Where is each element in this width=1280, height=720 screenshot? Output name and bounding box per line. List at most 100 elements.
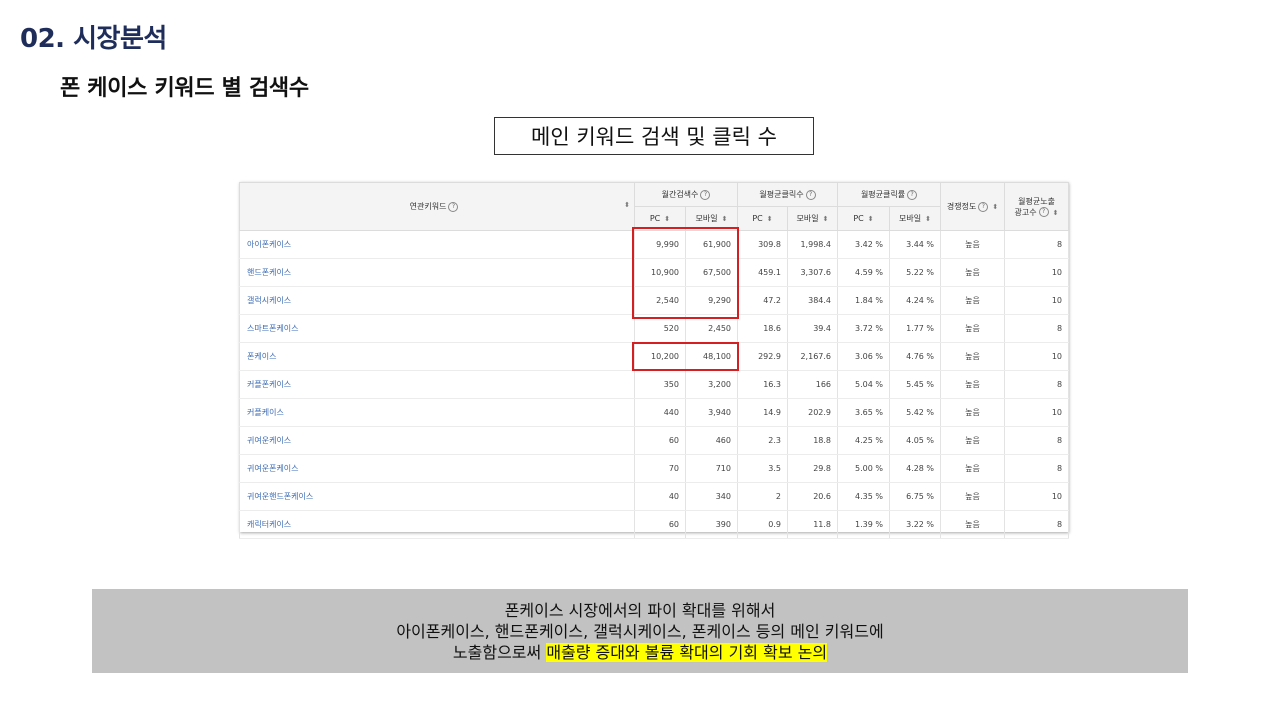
- sort-icon[interactable]: ⬍: [722, 215, 728, 223]
- help-icon[interactable]: ?: [805, 189, 816, 200]
- search-mobile-cell: 340: [685, 482, 738, 511]
- keyword-cell[interactable]: 귀여운폰케이스: [239, 454, 635, 483]
- keyword-cell[interactable]: 커플케이스: [239, 398, 635, 427]
- ad-count-cell: 10: [1004, 398, 1070, 427]
- ctr-pc-cell: 3.42 %: [837, 230, 891, 259]
- ctr-mobile-cell: 4.05 %: [889, 426, 942, 455]
- sort-icon[interactable]: ⬍: [823, 215, 829, 223]
- search-pc-cell: 40: [634, 482, 686, 511]
- competition-cell: 높음: [940, 510, 1006, 539]
- ctr-pc-cell: 4.25 %: [837, 426, 891, 455]
- clicks-pc-cell: 3.5: [737, 454, 788, 483]
- ctr-pc-cell: 5.00 %: [837, 454, 891, 483]
- search-pc-cell: 60: [634, 510, 686, 539]
- sort-icon[interactable]: ⬍: [624, 201, 630, 209]
- clicks-mobile-cell: 1,998.4: [786, 230, 839, 259]
- header-ctr-pc[interactable]: PC ⬍: [837, 206, 891, 231]
- table-row: 커플케이스 440 3,940 14.9 202.9 3.65 % 5.42 % 높음 10: [239, 398, 1070, 427]
- ctr-pc-cell: 3.65 %: [837, 398, 891, 427]
- search-mobile-cell: 460: [685, 426, 738, 455]
- sort-icon[interactable]: ⬍: [1053, 209, 1059, 217]
- ctr-mobile-cell: 3.44 %: [889, 230, 942, 259]
- header-ctr-mobile[interactable]: 모바일 ⬍: [889, 206, 942, 231]
- header-keyword[interactable]: 연관키워드? ⬍: [239, 182, 635, 231]
- keyword-cell[interactable]: 폰케이스: [239, 342, 635, 371]
- ctr-mobile-cell: 4.76 %: [889, 342, 942, 371]
- competition-cell: 높음: [940, 286, 1006, 315]
- sort-icon[interactable]: ⬍: [767, 215, 773, 223]
- clicks-pc-cell: 14.9: [737, 398, 788, 427]
- keyword-cell[interactable]: 캐릭터케이스: [239, 510, 635, 539]
- ctr-pc-cell: 4.35 %: [837, 482, 891, 511]
- ad-count-cell: 8: [1004, 454, 1070, 483]
- ctr-pc-cell: 4.59 %: [837, 258, 891, 287]
- search-mobile-cell: 390: [685, 510, 738, 539]
- keyword-cell[interactable]: 귀여운케이스: [239, 426, 635, 455]
- competition-cell: 높음: [940, 370, 1006, 399]
- highlighted-conclusion: 매출량 증대와 볼륨 확대의 기회 확보 논의: [546, 642, 828, 662]
- ad-count-cell: 8: [1004, 510, 1070, 539]
- highlight-box-top-keywords: [632, 227, 739, 319]
- help-icon[interactable]: ?: [1038, 207, 1049, 217]
- keyword-cell[interactable]: 귀여운핸드폰케이스: [239, 482, 635, 511]
- clicks-pc-cell: 16.3: [737, 370, 788, 399]
- ctr-pc-cell: 3.06 %: [837, 342, 891, 371]
- clicks-mobile-cell: 29.8: [786, 454, 839, 483]
- summary-line-1: 폰케이스 시장에서의 파이 확대를 위해서: [504, 600, 776, 620]
- table-row: 귀여운케이스 60 460 2.3 18.8 4.25 % 4.05 % 높음 8: [239, 426, 1070, 455]
- help-icon[interactable]: ?: [700, 189, 711, 200]
- ad-count-cell: 10: [1004, 482, 1070, 511]
- clicks-mobile-cell: 11.8: [786, 510, 839, 539]
- header-clicks-mobile[interactable]: 모바일 ⬍: [786, 206, 839, 231]
- keyword-cell[interactable]: 아이폰케이스: [239, 230, 635, 259]
- table-row: 커플폰케이스 350 3,200 16.3 166 5.04 % 5.45 % 높음 8: [239, 370, 1070, 399]
- search-pc-cell: 70: [634, 454, 686, 483]
- clicks-pc-cell: 2.3: [737, 426, 788, 455]
- search-mobile-cell: 3,940: [685, 398, 738, 427]
- keyword-cell[interactable]: 스마트폰케이스: [239, 314, 635, 343]
- ad-count-cell: 10: [1004, 258, 1070, 287]
- help-icon[interactable]: ?: [907, 189, 918, 200]
- table-row: 귀여운폰케이스 70 710 3.5 29.8 5.00 % 4.28 % 높음 8: [239, 454, 1070, 483]
- table-row: 귀여운핸드폰케이스 40 340 2 20.6 4.35 % 6.75 % 높음 10: [239, 482, 1070, 511]
- ctr-mobile-cell: 5.42 %: [889, 398, 942, 427]
- clicks-pc-cell: 459.1: [737, 258, 788, 287]
- clicks-pc-cell: 47.2: [737, 286, 788, 315]
- header-monthly-search: 월간검색수?: [634, 182, 738, 207]
- competition-cell: 높음: [940, 342, 1006, 371]
- ctr-mobile-cell: 6.75 %: [889, 482, 942, 511]
- highlight-box-phonecase: [632, 342, 739, 371]
- competition-cell: 높음: [940, 230, 1006, 259]
- ctr-mobile-cell: 3.22 %: [889, 510, 942, 539]
- summary-line-3: 노출함으로써 매출량 증대와 볼륨 확대의 기회 확보 논의: [452, 642, 828, 662]
- search-pc-cell: 440: [634, 398, 686, 427]
- search-pc-cell: 60: [634, 426, 686, 455]
- clicks-pc-cell: 292.9: [737, 342, 788, 371]
- ad-count-cell: 10: [1004, 342, 1070, 371]
- keyword-cell[interactable]: 핸드폰케이스: [239, 258, 635, 287]
- ctr-mobile-cell: 4.28 %: [889, 454, 942, 483]
- keyword-cell[interactable]: 커플폰케이스: [239, 370, 635, 399]
- ctr-mobile-cell: 4.24 %: [889, 286, 942, 315]
- ctr-pc-cell: 5.04 %: [837, 370, 891, 399]
- keyword-cell[interactable]: 갤럭시케이스: [239, 286, 635, 315]
- ctr-mobile-cell: 5.45 %: [889, 370, 942, 399]
- help-icon[interactable]: ?: [448, 201, 459, 212]
- header-competition[interactable]: 경쟁정도? ⬍: [940, 182, 1006, 231]
- ctr-pc-cell: 1.39 %: [837, 510, 891, 539]
- summary-box: 폰케이스 시장에서의 파이 확대를 위해서 아이폰케이스, 핸드폰케이스, 갤럭…: [92, 589, 1188, 673]
- sort-icon[interactable]: ⬍: [992, 203, 998, 211]
- clicks-mobile-cell: 39.4: [786, 314, 839, 343]
- header-ad-count[interactable]: 월평균노출 광고수? ⬍: [1004, 182, 1070, 231]
- clicks-pc-cell: 18.6: [737, 314, 788, 343]
- ctr-mobile-cell: 5.22 %: [889, 258, 942, 287]
- sort-icon[interactable]: ⬍: [664, 215, 670, 223]
- competition-cell: 높음: [940, 426, 1006, 455]
- header-clicks-pc[interactable]: PC ⬍: [737, 206, 788, 231]
- sort-icon[interactable]: ⬍: [868, 215, 874, 223]
- sort-icon[interactable]: ⬍: [925, 215, 931, 223]
- search-mobile-cell: 3,200: [685, 370, 738, 399]
- ad-count-cell: 8: [1004, 314, 1070, 343]
- help-icon[interactable]: ?: [978, 201, 989, 212]
- competition-cell: 높음: [940, 482, 1006, 511]
